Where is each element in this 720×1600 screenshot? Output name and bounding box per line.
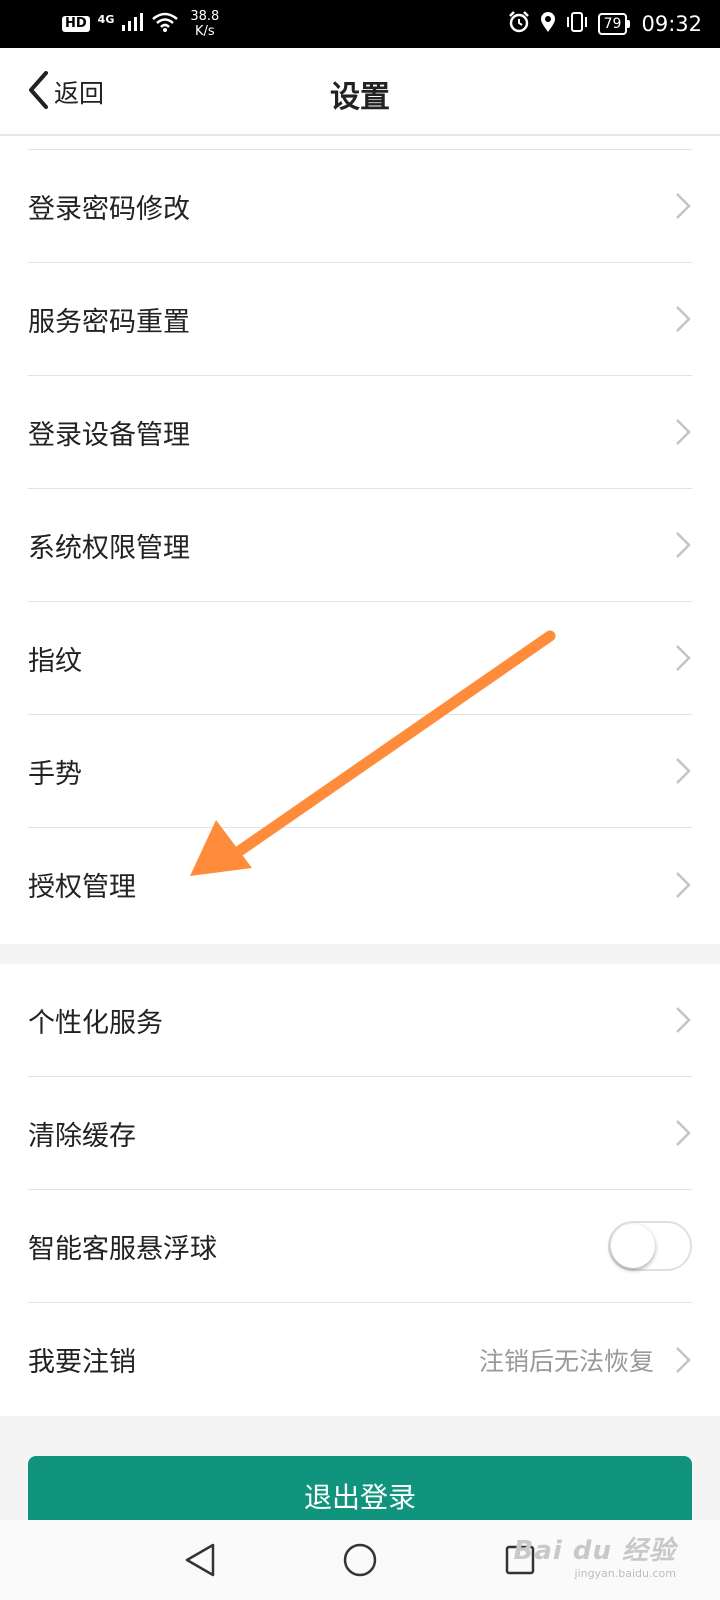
toggle-knob	[611, 1224, 655, 1268]
chevron-right-icon	[674, 305, 692, 333]
setting-label: 个性化服务	[28, 1007, 163, 1039]
baidu-watermark: Bai du 经验 jingyan.baidu.com	[514, 1530, 677, 1580]
setting-label: 登录设备管理	[28, 419, 190, 451]
network-speed: 38.8 K/s	[190, 9, 220, 39]
chevron-right-icon	[674, 531, 692, 559]
setting-login-password[interactable]: 登录密码修改	[28, 150, 692, 263]
watermark-main: Bai du 经验	[513, 1536, 676, 1566]
setting-label: 手势	[28, 758, 82, 790]
chevron-right-icon	[674, 192, 692, 220]
settings-group-security: 登录密码修改 服务密码重置 登录设备管理 系统权限管理 指纹 手势 授权管理	[0, 136, 720, 944]
location-icon	[540, 11, 556, 37]
setting-deregister[interactable]: 我要注销 注销后无法恢复	[28, 1303, 692, 1416]
network-type: 4G	[97, 12, 115, 26]
clock: 09:32	[641, 12, 702, 36]
setting-fingerprint[interactable]: 指纹	[28, 602, 692, 715]
header: 返回 设置	[0, 48, 720, 136]
chevron-right-icon	[674, 871, 692, 899]
nav-home-icon[interactable]	[340, 1540, 380, 1580]
divider	[28, 136, 692, 150]
setting-service-password[interactable]: 服务密码重置	[28, 263, 692, 376]
setting-label: 清除缓存	[28, 1120, 136, 1152]
setting-label: 指纹	[28, 645, 82, 677]
setting-clear-cache[interactable]: 清除缓存	[28, 1077, 692, 1190]
deregister-hint: 注销后无法恢复	[478, 1346, 654, 1376]
setting-label: 智能客服悬浮球	[28, 1233, 217, 1265]
chevron-right-icon	[674, 418, 692, 446]
battery-indicator: 79	[597, 13, 631, 35]
setting-device-management[interactable]: 登录设备管理	[28, 376, 692, 489]
signal-icon	[122, 13, 144, 35]
chevron-right-icon	[674, 1006, 692, 1034]
setting-label: 系统权限管理	[28, 532, 190, 564]
alarm-icon	[508, 11, 530, 37]
setting-label: 授权管理	[28, 872, 136, 903]
setting-label: 服务密码重置	[28, 306, 190, 338]
float-ball-toggle[interactable]	[608, 1221, 692, 1271]
setting-float-ball: 智能客服悬浮球	[28, 1190, 692, 1303]
setting-label: 我要注销	[28, 1347, 136, 1378]
nav-back-icon[interactable]	[180, 1540, 220, 1580]
status-bar: HD 4G 38.8 K/s 79 09:32	[0, 0, 720, 48]
hd-badge: HD	[62, 16, 90, 32]
chevron-right-icon	[674, 1119, 692, 1147]
setting-label: 登录密码修改	[28, 193, 190, 225]
setting-authorization-management[interactable]: 授权管理	[28, 828, 692, 941]
setting-gesture[interactable]: 手势	[28, 715, 692, 828]
setting-personalized-service[interactable]: 个性化服务	[28, 964, 692, 1077]
watermark-sub: jingyan.baidu.com	[574, 1567, 676, 1580]
wifi-icon	[152, 12, 179, 36]
vibrate-icon	[566, 11, 588, 37]
setting-system-permissions[interactable]: 系统权限管理	[28, 489, 692, 602]
settings-group-general: 个性化服务 清除缓存 智能客服悬浮球 我要注销 注销后无法恢复	[0, 964, 720, 1416]
chevron-right-icon	[674, 1346, 692, 1374]
chevron-right-icon	[674, 757, 692, 785]
page-title: 设置	[330, 80, 390, 115]
chevron-right-icon	[674, 644, 692, 672]
